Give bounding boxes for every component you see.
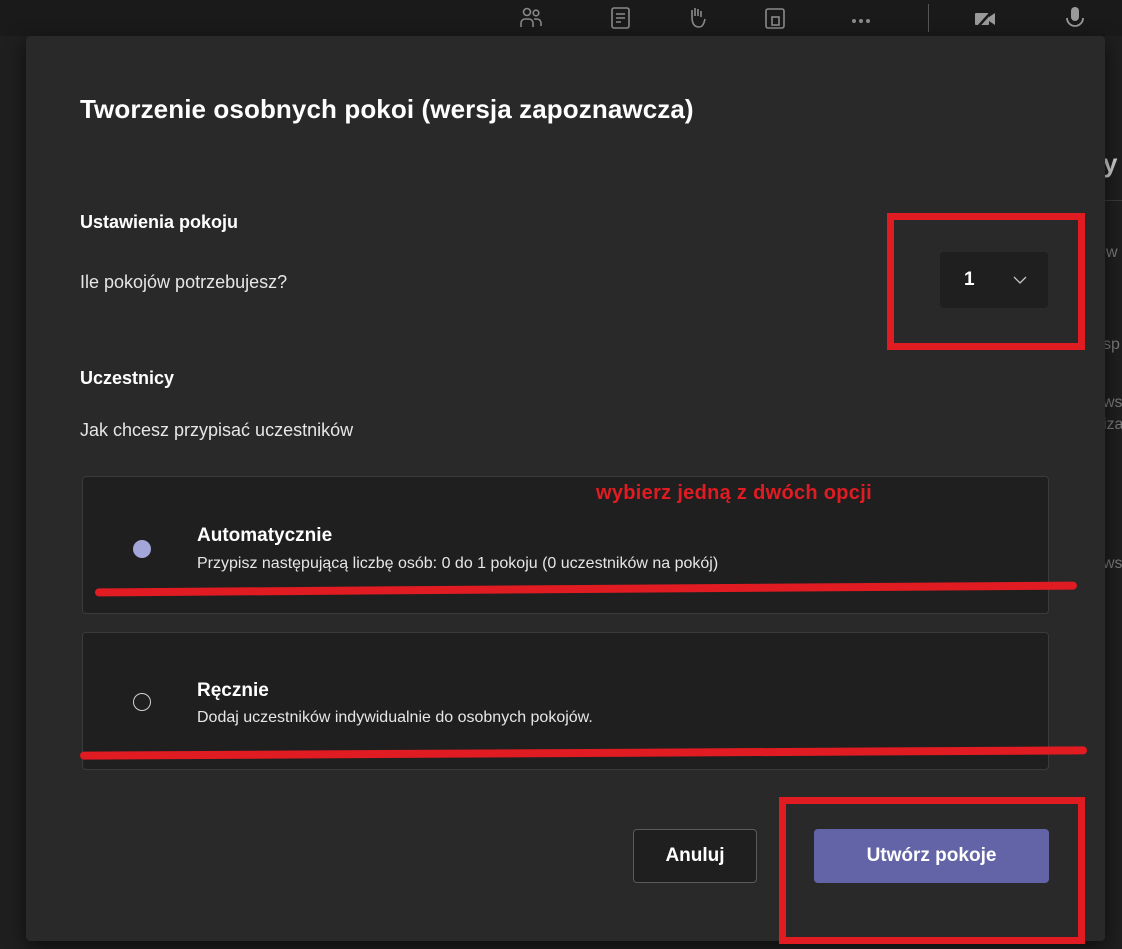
radio-automatic[interactable] xyxy=(133,540,151,558)
raise-hand-icon[interactable] xyxy=(680,4,714,32)
bg-divider xyxy=(1102,200,1122,201)
annotation-box-room-count xyxy=(887,213,1085,350)
option-manual-title: Ręcznie xyxy=(197,680,269,701)
bg-fragment: ws xyxy=(1103,555,1122,572)
bg-fragment: w xyxy=(1106,244,1118,261)
dialog-title: Tworzenie osobnych pokoi (wersja zapozna… xyxy=(80,94,694,124)
room-settings-heading: Ustawienia pokoju xyxy=(80,212,239,232)
annotation-box-create-button xyxy=(779,797,1085,944)
annotation-note: wybierz jedną z dwóch opcji xyxy=(596,482,872,504)
cancel-button[interactable]: Anuluj xyxy=(633,829,757,883)
more-icon[interactable] xyxy=(844,4,878,32)
participants-icon[interactable] xyxy=(514,4,548,32)
bg-fragment: iza xyxy=(1103,416,1122,433)
rooms-icon[interactable] xyxy=(758,4,792,32)
bg-fragment: sp xyxy=(1103,336,1120,353)
camera-off-icon[interactable] xyxy=(968,4,1002,32)
room-count-question: Ile pokojów potrzebujesz? xyxy=(80,272,288,292)
microphone-icon[interactable] xyxy=(1058,4,1092,32)
assign-question: Jak chcesz przypisać uczestników xyxy=(80,420,354,440)
participants-heading: Uczestnicy xyxy=(80,368,175,388)
bg-fragment: y xyxy=(1103,148,1118,178)
radio-manual[interactable] xyxy=(133,693,151,711)
option-automatic-description: Przypisz następującą liczbę osób: 0 do 1… xyxy=(197,555,719,572)
bg-fragment: ws xyxy=(1103,394,1122,411)
toolbar-divider xyxy=(928,4,929,32)
option-automatic-title: Automatycznie xyxy=(197,525,333,546)
chat-icon[interactable] xyxy=(604,4,638,32)
option-manual-description: Dodaj uczestników indywidualnie do osobn… xyxy=(197,709,593,726)
meeting-toolbar xyxy=(0,0,1122,36)
